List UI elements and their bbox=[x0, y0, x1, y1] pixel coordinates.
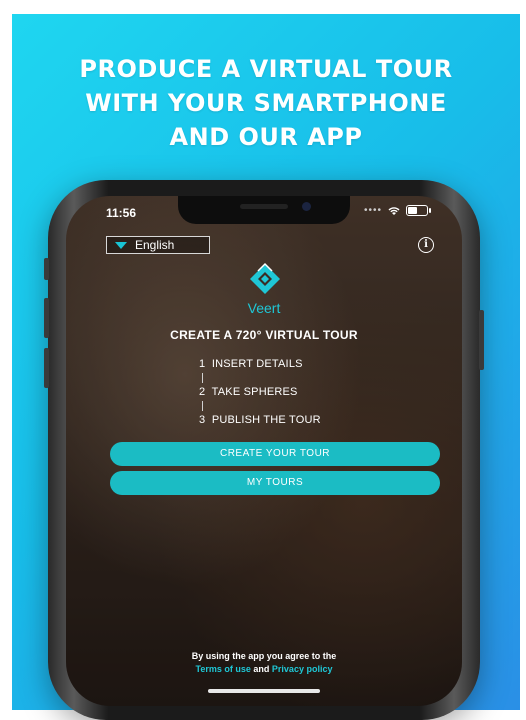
step-1: 1 INSERT DETAILS bbox=[199, 358, 303, 370]
status-time: 11:56 bbox=[106, 206, 137, 220]
terms-and-text: and bbox=[253, 664, 270, 674]
step-connector bbox=[202, 373, 203, 383]
veert-logo-icon bbox=[250, 262, 280, 294]
volume-down-button bbox=[44, 348, 49, 388]
info-icon[interactable]: i bbox=[418, 237, 434, 253]
terms-agree-text: By using the app you agree to the bbox=[191, 651, 337, 661]
language-select[interactable]: English bbox=[106, 236, 210, 254]
brand-name: Veert bbox=[247, 300, 281, 316]
step-number: 2 bbox=[199, 386, 206, 398]
step-label: TAKE SPHERES bbox=[211, 386, 298, 398]
volume-up-button bbox=[44, 298, 49, 338]
create-your-tour-button[interactable]: CREATE YOUR TOUR bbox=[110, 442, 440, 466]
front-camera bbox=[302, 202, 311, 211]
main-title: CREATE A 720° VIRTUAL TOUR bbox=[170, 328, 358, 342]
step-label: INSERT DETAILS bbox=[211, 358, 303, 370]
headline-line-2: WITH YOUR SMARTPHONE bbox=[85, 89, 447, 117]
dropdown-triangle-icon bbox=[115, 241, 127, 249]
home-indicator[interactable] bbox=[208, 689, 320, 693]
battery-icon bbox=[406, 205, 431, 216]
power-button bbox=[479, 310, 484, 370]
headline-line-1: PRODUCE A VIRTUAL TOUR bbox=[79, 55, 453, 83]
speaker-grille bbox=[240, 204, 288, 209]
status-icons: •••• bbox=[363, 205, 431, 216]
language-label: English bbox=[135, 238, 175, 252]
step-number: 1 bbox=[199, 358, 206, 370]
step-3: 3 PUBLISH THE TOUR bbox=[199, 414, 321, 426]
terms-links: Terms of use and Privacy policy bbox=[66, 664, 462, 674]
phone-notch bbox=[178, 196, 350, 224]
terms-of-use-link[interactable]: Terms of use bbox=[196, 664, 251, 674]
step-label: PUBLISH THE TOUR bbox=[211, 414, 321, 426]
wifi-icon bbox=[388, 206, 400, 215]
step-2: 2 TAKE SPHERES bbox=[199, 386, 298, 398]
app-screen: 11:56 •••• English i Veert CREATE A 720°… bbox=[66, 196, 462, 706]
step-number: 3 bbox=[199, 414, 206, 426]
headline-line-3: AND OUR APP bbox=[169, 123, 363, 151]
phone-frame: 11:56 •••• English i Veert CREATE A 720°… bbox=[44, 180, 484, 720]
mute-switch bbox=[44, 258, 49, 280]
signal-icon: •••• bbox=[363, 205, 382, 216]
promo-headline: PRODUCE A VIRTUAL TOUR WITH YOUR SMARTPH… bbox=[12, 52, 520, 154]
step-connector bbox=[202, 401, 203, 411]
my-tours-button[interactable]: MY TOURS bbox=[110, 471, 440, 495]
privacy-policy-link[interactable]: Privacy policy bbox=[272, 664, 333, 674]
